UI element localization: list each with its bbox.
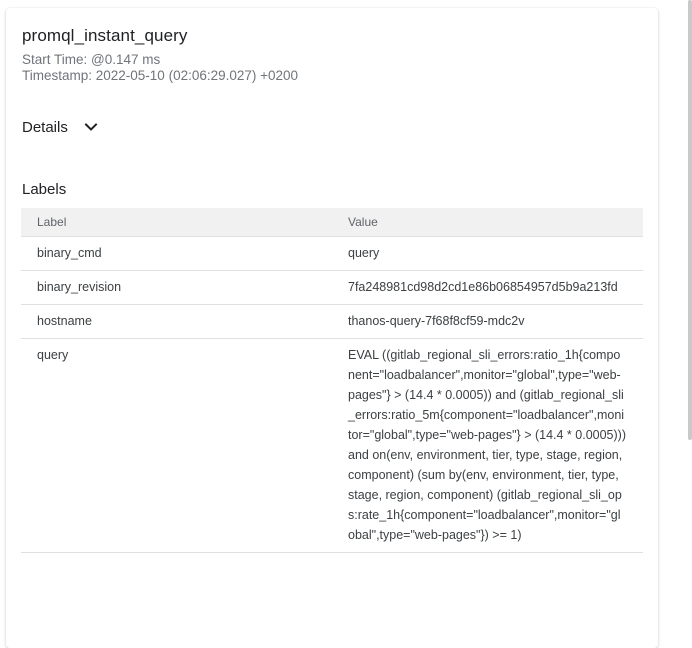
- start-time: Start Time: @0.147 ms: [22, 52, 161, 67]
- label-value: query: [332, 236, 643, 271]
- details-label: Details: [22, 118, 68, 136]
- table-row: binary_cmd query: [21, 236, 643, 271]
- table-row: binary_revision 7fa248981cd98d2cd1e86b06…: [21, 270, 643, 305]
- chevron-down-icon[interactable]: [82, 118, 100, 136]
- label-value: 7fa248981cd98d2cd1e86b06854957d5b9a213fd: [332, 270, 643, 305]
- label-key: binary_cmd: [21, 236, 332, 271]
- table-row: hostname thanos-query-7f68f8cf59-mdc2v: [21, 304, 643, 339]
- column-header-label: Label: [21, 208, 332, 237]
- column-header-value: Value: [332, 208, 643, 237]
- span-details-card: promql_instant_query Start Time: @0.147 …: [6, 8, 658, 648]
- table-row: query EVAL ((gitlab_regional_sli_errors:…: [21, 338, 643, 553]
- label-key: hostname: [21, 304, 332, 339]
- table-header-row: Label Value: [21, 208, 643, 237]
- timestamp: Timestamp: 2022-05-10 (02:06:29.027) +02…: [22, 68, 299, 83]
- labels-heading: Labels: [22, 181, 67, 198]
- label-key: binary_revision: [21, 270, 332, 305]
- details-toggle[interactable]: Details: [22, 118, 100, 136]
- vertical-scrollbar[interactable]: [688, 0, 692, 440]
- label-value: EVAL ((gitlab_regional_sli_errors:ratio_…: [332, 338, 643, 553]
- span-title: promql_instant_query: [22, 26, 188, 45]
- label-key: query: [21, 338, 332, 553]
- label-value: thanos-query-7f68f8cf59-mdc2v: [332, 304, 643, 339]
- labels-table: Label Value binary_cmd query binary_revi…: [21, 208, 643, 553]
